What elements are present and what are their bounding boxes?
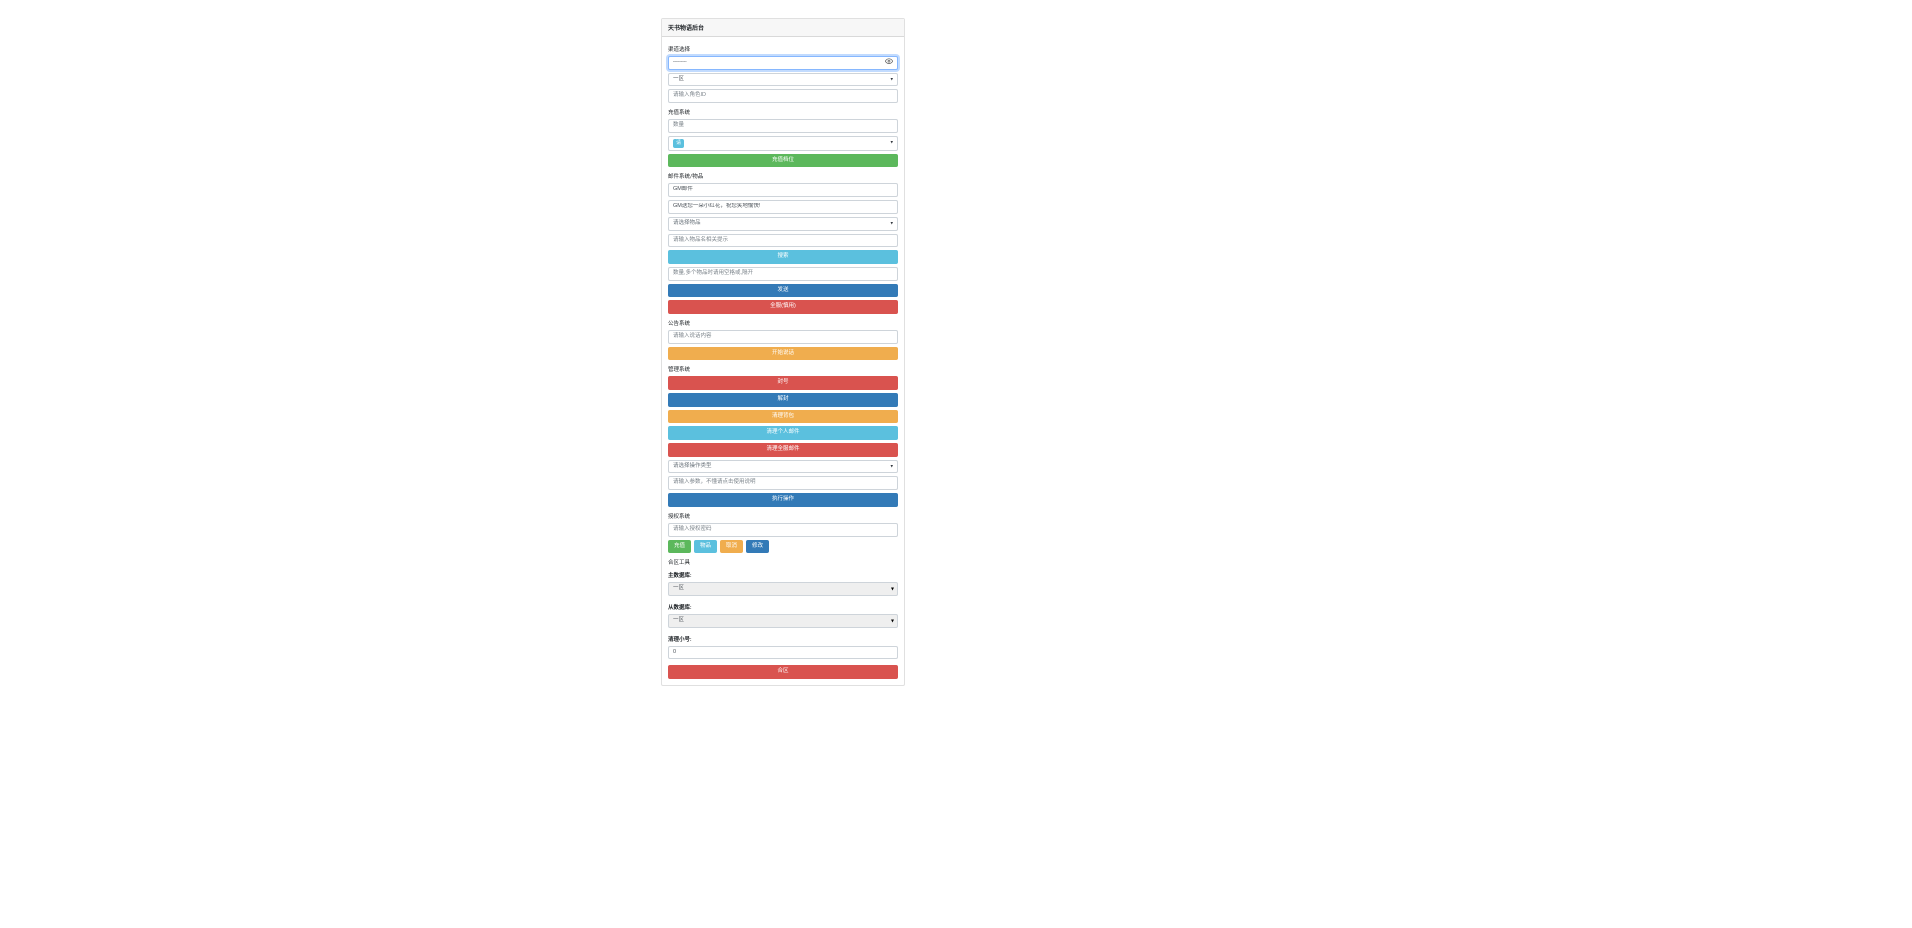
mail-body-input[interactable] [668,200,898,214]
panel-title: 天书物语后台 [662,19,904,37]
clear-small-input[interactable] [668,646,898,660]
sub-db-label: 从数据库: [668,603,898,611]
clear-bag-button[interactable]: 清理背包 [668,410,898,424]
manage-param-input[interactable] [668,476,898,490]
chevron-down-icon: ▾ [890,463,893,470]
auth-cancel-button[interactable]: 取消 [720,540,743,554]
manage-op-select-placeholder: 请选择操作类型 [673,463,712,471]
auth-button-row: 充值 物品 取消 修改 [668,540,898,554]
auth-label: 授权系统 [668,512,898,520]
chevron-down-icon: ▾ [890,140,893,147]
merge-button[interactable]: 合区 [668,665,898,679]
unban-button[interactable]: 解封 [668,393,898,407]
manage-execute-button[interactable]: 执行操作 [668,493,898,507]
clear-all-mail-button[interactable]: 清理全服邮件 [668,443,898,457]
mail-amount-input[interactable] [668,267,898,281]
role-id-input[interactable] [668,89,898,103]
chevron-down-icon: ▾ [890,76,893,83]
mail-title-input[interactable] [668,183,898,197]
manage-label: 管理系统 [668,365,898,373]
auth-password-input[interactable] [668,523,898,537]
manage-op-select[interactable]: 请选择操作类型 ▾ [668,460,898,474]
mail-item-search-input[interactable] [668,234,898,248]
recharge-tier-select[interactable]: 请 ▾ [668,136,898,151]
recharge-amount-input[interactable] [668,119,898,133]
sub-db-select-value: 一区 [673,617,684,625]
sub-db-select[interactable]: 一区 [668,614,898,628]
main-db-label: 主数据库: [668,571,898,579]
panel-body: 渠道选择 --------- 一区 ▾ 充值系统 [662,37,904,685]
admin-panel: 天书物语后台 渠道选择 --------- 一区 ▾ [661,18,905,686]
mail-search-button[interactable]: 搜索 [668,250,898,264]
announce-input[interactable] [668,330,898,344]
clear-personal-mail-button[interactable]: 清理个人邮件 [668,426,898,440]
zone-select[interactable]: 一区 ▾ [668,73,898,87]
clear-small-label: 清理小号: [668,635,898,643]
merge-label: 合区工具 [668,558,898,566]
auth-item-button[interactable]: 物品 [694,540,717,554]
announce-button[interactable]: 开始说话 [668,347,898,361]
mail-allserver-button[interactable]: 全服(慎用) [668,300,898,314]
recharge-label: 充值系统 [668,108,898,116]
mail-label: 邮件系统/物品 [668,172,898,180]
channel-select-value: --------- [673,59,687,67]
channel-select[interactable]: --------- [668,56,898,70]
mail-send-button[interactable]: 发送 [668,284,898,298]
zone-select-value: 一区 [673,76,684,84]
ban-button[interactable]: 封号 [668,376,898,390]
announce-label: 公告系统 [668,319,898,327]
recharge-button[interactable]: 充值档位 [668,154,898,168]
channel-label: 渠道选择 [668,45,898,53]
auth-recharge-button[interactable]: 充值 [668,540,691,554]
main-db-select[interactable]: 一区 [668,582,898,596]
chevron-down-icon: ▾ [890,220,893,227]
recharge-select-tag: 请 [673,139,684,148]
main-db-select-value: 一区 [673,585,684,593]
auth-modify-button[interactable]: 修改 [746,540,769,554]
mail-item-select-placeholder: 请选择物品 [673,220,701,228]
eye-icon [885,57,893,69]
mail-item-select[interactable]: 请选择物品 ▾ [668,217,898,231]
